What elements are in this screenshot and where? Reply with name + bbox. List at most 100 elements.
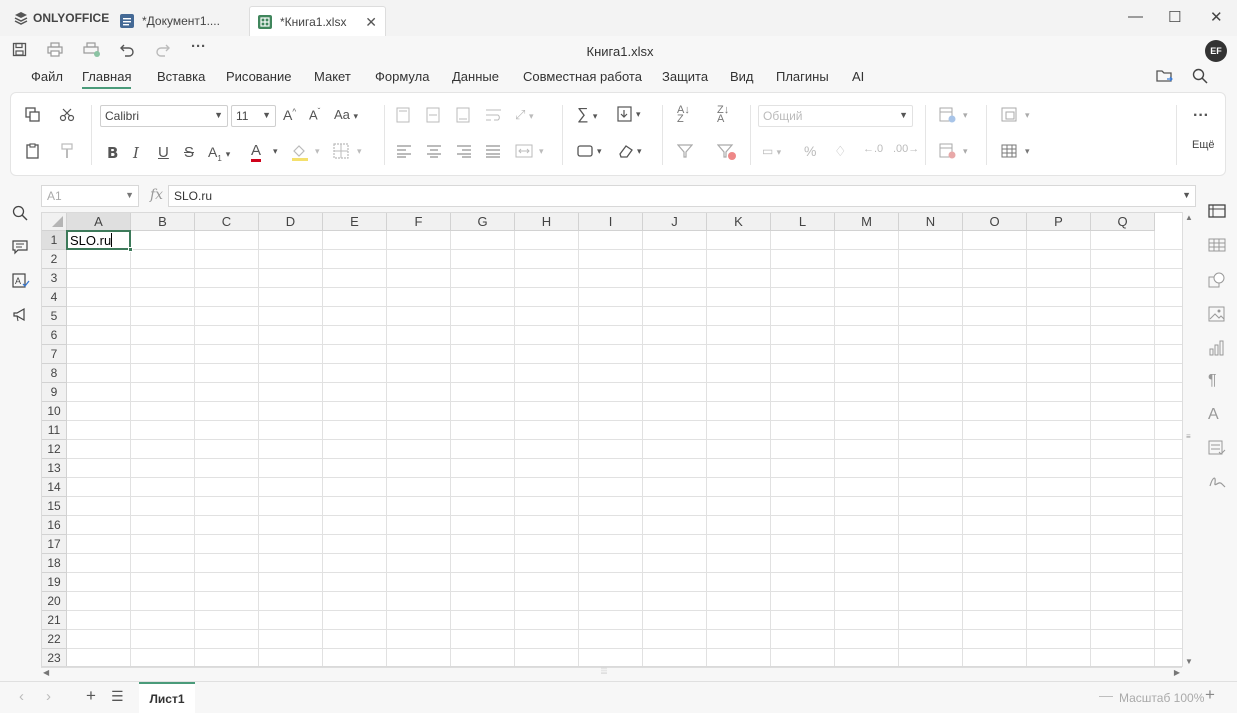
signature-settings-icon[interactable]	[1208, 474, 1226, 494]
row-header-21[interactable]: 21	[42, 611, 67, 630]
percent-icon[interactable]: %	[804, 143, 816, 159]
scroll-up-icon[interactable]: ▲	[1185, 213, 1193, 222]
merge-cells-icon[interactable]	[515, 143, 533, 162]
chevron-down-icon[interactable]: ▾	[539, 146, 544, 157]
align-bottom-icon[interactable]	[456, 107, 470, 126]
chevron-down-icon[interactable]: ▾	[357, 146, 362, 157]
insert-cells-icon[interactable]: ▾	[1001, 107, 1035, 126]
zoom-out-icon[interactable]: —	[1099, 687, 1113, 703]
redo-icon[interactable]	[155, 42, 171, 61]
row-header-14[interactable]: 14	[42, 478, 67, 497]
increase-font-icon[interactable]: A^	[283, 107, 296, 123]
borders-icon[interactable]	[333, 143, 349, 162]
increase-decimal-icon[interactable]: .00→	[893, 143, 919, 155]
justify-icon[interactable]	[485, 144, 501, 161]
menu-formula[interactable]: Формула	[375, 69, 429, 84]
fill-icon[interactable]: ▾	[617, 106, 645, 125]
scroll-right-icon[interactable]: ▶	[1174, 668, 1180, 677]
menu-plugins[interactable]: Плагины	[776, 69, 829, 84]
row-header-3[interactable]: 3	[42, 269, 67, 288]
row-header-5[interactable]: 5	[42, 307, 67, 326]
row-header-23[interactable]: 23	[42, 649, 67, 666]
chevron-down-icon[interactable]: ▾	[273, 146, 278, 157]
column-header-h[interactable]: H	[515, 213, 579, 231]
row-header-19[interactable]: 19	[42, 573, 67, 592]
column-header-c[interactable]: C	[195, 213, 259, 231]
avatar[interactable]: EF	[1205, 40, 1227, 62]
align-middle-icon[interactable]	[426, 107, 440, 126]
image-settings-icon[interactable]	[1208, 306, 1226, 326]
column-header-k[interactable]: K	[707, 213, 771, 231]
spreadsheet-grid[interactable]: A B C D E F G H I J K L M N O P Q 1 2 3 4 5 6 7 8 9 10 11 12 13 14 15 16…	[41, 212, 1196, 667]
copy-icon[interactable]	[25, 107, 41, 126]
menu-home[interactable]: Главная	[82, 69, 132, 89]
scroll-down-icon[interactable]: ▼	[1185, 657, 1193, 666]
decrease-decimal-icon[interactable]: ←.0	[863, 143, 883, 155]
sheet-tab[interactable]: Лист1	[139, 682, 195, 713]
maximize-icon[interactable]: ☐	[1168, 8, 1181, 26]
formula-input[interactable]: SLO.ru ▼	[168, 185, 1196, 207]
table-settings-icon[interactable]	[1208, 238, 1226, 256]
column-header-q[interactable]: Q	[1091, 213, 1155, 231]
sort-ascending-icon[interactable]: A↓ Z	[677, 105, 690, 125]
minimize-icon[interactable]: —	[1128, 8, 1143, 25]
font-color-icon[interactable]: A	[251, 143, 262, 162]
column-header-i[interactable]: I	[579, 213, 643, 231]
paste-icon[interactable]	[25, 143, 41, 162]
menu-ai[interactable]: AI	[852, 69, 864, 84]
name-box[interactable]: A1 ▼	[41, 185, 139, 207]
feedback-icon[interactable]	[12, 307, 28, 327]
fill-handle[interactable]	[128, 247, 133, 252]
font-size-select[interactable]: 11 ▼	[231, 105, 276, 127]
menu-file[interactable]: Файл	[31, 69, 63, 84]
menu-collaboration[interactable]: Совместная работа	[523, 69, 642, 84]
column-header-p[interactable]: P	[1027, 213, 1091, 231]
pivot-settings-icon[interactable]	[1208, 440, 1226, 460]
close-window-icon[interactable]: ✕	[1210, 8, 1223, 26]
chevron-down-icon[interactable]: ▾	[315, 146, 320, 157]
zoom-in-icon[interactable]: +	[1205, 685, 1215, 705]
quick-print-icon[interactable]	[83, 42, 101, 62]
wrap-text-icon[interactable]	[485, 107, 503, 126]
column-header-j[interactable]: J	[643, 213, 707, 231]
column-header-b[interactable]: B	[131, 213, 195, 231]
column-header-l[interactable]: L	[771, 213, 835, 231]
clear-filter-icon[interactable]	[716, 143, 737, 164]
row-header-6[interactable]: 6	[42, 326, 67, 345]
row-header-4[interactable]: 4	[42, 288, 67, 307]
paragraph-settings-icon[interactable]: ¶	[1208, 372, 1217, 390]
undo-icon[interactable]	[119, 42, 135, 61]
column-header-f[interactable]: F	[387, 213, 451, 231]
row-header-1[interactable]: 1	[42, 231, 67, 250]
menu-draw[interactable]: Рисование	[226, 69, 291, 84]
row-header-8[interactable]: 8	[42, 364, 67, 383]
function-icon[interactable]: fx	[150, 187, 163, 203]
save-icon[interactable]	[12, 42, 27, 61]
menu-view[interactable]: Вид	[730, 69, 754, 84]
column-header-n[interactable]: N	[899, 213, 963, 231]
row-header-9[interactable]: 9	[42, 383, 67, 402]
row-header-10[interactable]: 10	[42, 402, 67, 421]
search-icon[interactable]	[12, 205, 28, 225]
row-header-16[interactable]: 16	[42, 516, 67, 535]
menu-data[interactable]: Данные	[452, 69, 499, 84]
conditional-formatting-icon[interactable]: ▾	[939, 107, 973, 126]
column-header-d[interactable]: D	[259, 213, 323, 231]
more-icon[interactable]: ···	[1193, 107, 1209, 125]
align-top-icon[interactable]	[396, 107, 410, 126]
menu-protection[interactable]: Защита	[662, 69, 708, 84]
add-sheet-icon[interactable]: +	[86, 686, 96, 706]
tab-document[interactable]: *Документ1....	[112, 6, 248, 36]
format-painter-icon[interactable]	[59, 143, 75, 162]
select-all-corner[interactable]	[42, 213, 67, 231]
decrease-font-icon[interactable]: Aˇ	[309, 107, 320, 122]
subscript-icon[interactable]: A1 ▾	[208, 144, 230, 163]
scroll-left-icon[interactable]: ◀	[43, 668, 49, 677]
vertical-scrollbar[interactable]: ▲ ≡ ▼	[1182, 212, 1196, 667]
prev-sheet-icon[interactable]: ‹	[19, 688, 24, 705]
tab-spreadsheet[interactable]: *Книга1.xlsx ✕	[249, 6, 386, 36]
italic-icon[interactable]: I	[133, 144, 139, 162]
underline-icon[interactable]: U	[158, 144, 169, 161]
row-header-15[interactable]: 15	[42, 497, 67, 516]
align-center-icon[interactable]	[426, 144, 442, 161]
